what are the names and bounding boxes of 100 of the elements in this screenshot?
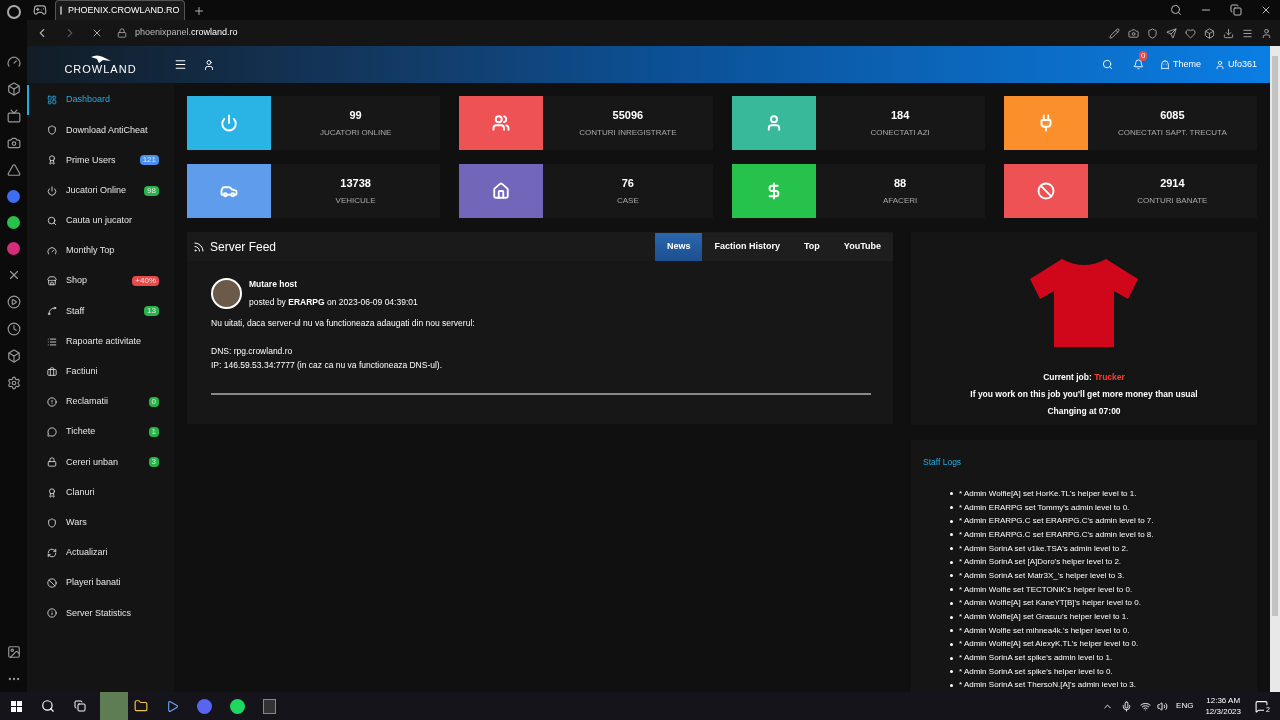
url-field[interactable]: phoenixpanel.crowland.ro xyxy=(135,26,238,40)
search-icon[interactable] xyxy=(1170,4,1182,16)
sidebar-item[interactable]: Download AntiCheat xyxy=(27,115,174,146)
sidebar-item[interactable]: Dashboard xyxy=(27,85,174,116)
new-tab-icon[interactable] xyxy=(193,5,205,17)
sidebar-item[interactable]: Playeri banati xyxy=(27,568,174,599)
settings-icon[interactable] xyxy=(6,376,21,390)
camera-icon[interactable] xyxy=(6,136,21,150)
box-icon[interactable] xyxy=(6,82,21,96)
sidebar-item[interactable]: Jucatori Online 98 xyxy=(27,175,174,206)
stat-value: 184 xyxy=(890,109,910,121)
profile-icon[interactable] xyxy=(1261,27,1272,39)
folder-icon[interactable] xyxy=(134,699,148,713)
gauge-icon[interactable] xyxy=(6,55,21,69)
job-change-time: Changing at 07:00 xyxy=(1047,404,1121,418)
tv-icon[interactable] xyxy=(6,109,21,123)
sidebar-item[interactable]: Clanuri xyxy=(27,477,174,508)
lock-icon[interactable] xyxy=(117,28,127,38)
cube-icon[interactable] xyxy=(1204,27,1215,39)
sidebar-item[interactable]: Wars xyxy=(27,507,174,538)
stat-label: CONECTATI SAPT. TRECUTA xyxy=(1118,128,1227,137)
image-icon[interactable] xyxy=(6,645,21,659)
stop-icon[interactable] xyxy=(91,27,103,39)
app-icon-tile[interactable] xyxy=(100,692,128,720)
camera-icon[interactable] xyxy=(1128,27,1139,39)
feed-tab[interactable]: News xyxy=(654,232,703,261)
stat-label: CONTURI INREGISTRATE xyxy=(579,128,677,137)
sidebar-item[interactable]: Monthly Top xyxy=(27,235,174,267)
feed-tab[interactable]: Faction History xyxy=(702,232,792,261)
close-icon[interactable] xyxy=(1260,4,1272,16)
log-entry: * Admin Wolfie[A] set KaneYT[B]'s helper level to 0. xyxy=(959,597,1141,610)
scrollbar[interactable] xyxy=(1270,46,1280,692)
sidebar-item[interactable]: Factiuni xyxy=(27,356,174,387)
search-icon[interactable] xyxy=(41,699,55,713)
task-view-icon[interactable] xyxy=(74,700,86,712)
browser-logo-icon[interactable] xyxy=(6,5,21,19)
messenger-icon[interactable] xyxy=(7,190,20,203)
triangle-icon[interactable] xyxy=(6,163,21,177)
log-entry: * Admin SorinA set Matr3X_'s helper level to 3. xyxy=(959,569,1125,582)
stat-value: 55096 xyxy=(612,109,644,121)
language-indicator[interactable]: ENG xyxy=(1176,700,1194,712)
bell-icon[interactable] xyxy=(1132,59,1144,70)
sidebar-item[interactable]: Shop +40% xyxy=(27,266,174,297)
shield-icon[interactable] xyxy=(1147,27,1158,39)
bullet-icon xyxy=(950,601,953,605)
bullet-icon xyxy=(950,656,953,660)
whatsapp-icon[interactable] xyxy=(7,216,20,229)
store-icon xyxy=(47,276,57,287)
heart-icon[interactable] xyxy=(1185,27,1196,39)
windows-start-icon[interactable] xyxy=(11,700,22,712)
log-entry: * Admin SorinA set ThersoN.[A]'s admin level to 3. xyxy=(959,679,1137,692)
count-badge: 1 xyxy=(148,427,159,438)
sidebar-item[interactable]: Cauta un jucator xyxy=(27,205,174,236)
play-icon[interactable] xyxy=(6,295,21,309)
pencil-icon[interactable] xyxy=(1109,27,1120,39)
cube-icon[interactable] xyxy=(6,349,21,363)
post-text: Nu uitati, daca server-ul nu va functioneaza adaugati din nou serverul: xyxy=(211,317,476,330)
sidebar-item[interactable]: Staff 13 xyxy=(27,296,174,327)
sidebar-item[interactable]: Rapoarte activitate xyxy=(27,326,174,357)
search-icon xyxy=(47,215,57,226)
log-entry: * Admin Wolfie[A] set HorKe.TL's helper level to 1. xyxy=(959,487,1137,500)
feed-tab[interactable]: YouTube xyxy=(831,232,893,261)
network-icon[interactable] xyxy=(1140,700,1152,712)
menu-icon[interactable] xyxy=(174,58,187,71)
clock-icon[interactable] xyxy=(6,322,21,336)
clock[interactable]: 12:36 AM 12/3/2023 xyxy=(1205,695,1241,717)
feed-tab[interactable]: Top xyxy=(792,232,832,261)
menu-icon[interactable] xyxy=(1242,27,1253,39)
sidebar-item[interactable]: Reclamatii 0 xyxy=(27,386,174,418)
avatar-placeholder xyxy=(211,278,242,309)
info-icon xyxy=(47,608,57,619)
ban-icon xyxy=(47,578,57,589)
theme-button[interactable]: Theme xyxy=(1159,57,1201,72)
instagram-icon[interactable] xyxy=(7,242,20,255)
chat-app-icon[interactable] xyxy=(197,698,212,714)
brand-logo-text[interactable]: CROWLAND xyxy=(64,64,137,75)
bullet-icon xyxy=(950,629,953,633)
restore-icon[interactable] xyxy=(1230,4,1242,16)
sidebar-item[interactable]: Tichete 1 xyxy=(27,417,174,448)
play-icon[interactable] xyxy=(166,699,179,713)
sidebar-item[interactable]: Actualizari xyxy=(27,537,174,568)
sidebar-item[interactable]: Server Statistics xyxy=(27,598,174,629)
stat-value: 99 xyxy=(349,109,362,121)
count-badge: +40% xyxy=(132,276,159,287)
send-icon[interactable] xyxy=(1166,27,1177,39)
stat-value: 2914 xyxy=(1160,177,1185,189)
gamepad-icon[interactable] xyxy=(33,3,47,17)
current-job-text: Current job: Trucker xyxy=(1043,371,1125,384)
user-menu-button[interactable]: Ufo361 xyxy=(1214,57,1257,72)
stat-value: 13738 xyxy=(340,177,371,189)
sidebar-item[interactable]: Prime Users 121 xyxy=(27,145,174,176)
sidebar-item[interactable]: Cereri unban 3 xyxy=(27,447,174,478)
volume-icon[interactable] xyxy=(1157,700,1169,712)
user-icon[interactable] xyxy=(203,58,215,71)
count-badge: 3 xyxy=(148,457,159,468)
game-app-icon[interactable] xyxy=(263,698,276,714)
microphone-icon[interactable] xyxy=(1121,700,1133,712)
browser-tab[interactable]: PHOENIX.CROWLAND.RO xyxy=(55,0,185,20)
download-icon[interactable] xyxy=(1223,27,1234,39)
music-app-icon[interactable] xyxy=(230,698,245,714)
